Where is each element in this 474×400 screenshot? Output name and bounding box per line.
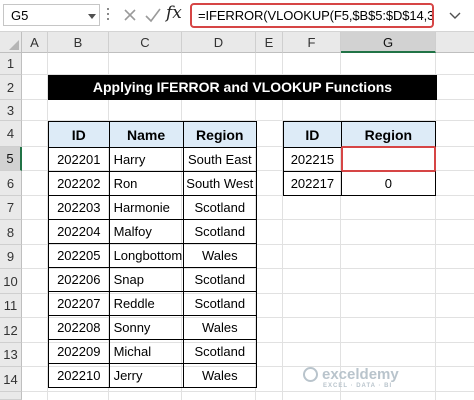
region-cell[interactable]: South West: [182, 171, 258, 196]
name-cell[interactable]: Longbottom: [108, 243, 184, 268]
drag-handle-icon[interactable]: [104, 5, 112, 25]
table-row: 202206 Snap Scotland: [48, 267, 258, 292]
id-cell[interactable]: 202204: [48, 219, 110, 244]
formula-input[interactable]: =IFERROR(VLOOKUP(F5,$B$5:$D$14,3,FALSE),…: [190, 3, 434, 28]
row-header-9[interactable]: 9: [0, 245, 22, 269]
column-header-e[interactable]: E: [256, 32, 283, 53]
sheet-title[interactable]: Applying IFERROR and VLOOKUP Functions: [48, 75, 437, 100]
lookup-header-region[interactable]: Region: [340, 121, 437, 148]
region-cell[interactable]: Scotland: [182, 219, 258, 244]
name-cell[interactable]: Sonny: [108, 315, 184, 340]
name-cell[interactable]: Harry: [108, 147, 184, 172]
table-row: 202205 Longbottom Wales: [48, 243, 258, 268]
lookup-header-id[interactable]: ID: [283, 121, 342, 148]
table-row: 202201 Harry South East: [48, 147, 258, 172]
watermark-brand: exceldemy: [322, 366, 399, 383]
region-cell[interactable]: South East: [182, 147, 258, 172]
checkmark-icon[interactable]: [142, 3, 164, 27]
close-icon[interactable]: [120, 3, 142, 27]
table-header-row: ID Name Region: [48, 121, 258, 148]
table-row: 202210 Jerry Wales: [48, 363, 258, 388]
region-cell[interactable]: Wales: [182, 243, 258, 268]
row-header-12[interactable]: 12: [0, 318, 22, 343]
id-cell[interactable]: 202207: [48, 291, 110, 316]
exceldemy-logo-icon: [303, 367, 318, 382]
row-header-1[interactable]: 1: [0, 53, 22, 75]
id-cell[interactable]: 202203: [48, 195, 110, 220]
expand-formula-bar-icon[interactable]: [440, 3, 470, 27]
column-header-a[interactable]: A: [22, 32, 48, 53]
formula-bar: G5 fx =IFERROR(VLOOKUP(F5,$B$5:$D$14,3,F…: [0, 0, 474, 32]
watermark-tagline: EXCEL · DATA · BI: [323, 383, 393, 389]
name-box-value: G5: [11, 8, 29, 23]
table-row: 202204 Malfoy Scotland: [48, 219, 258, 244]
column-header-overflow: [436, 32, 474, 53]
name-cell[interactable]: Malfoy: [108, 219, 184, 244]
row-header-overflow: [0, 392, 22, 400]
id-cell[interactable]: 202202: [48, 171, 110, 196]
lookup-id-cell[interactable]: 202217: [283, 171, 342, 196]
id-cell[interactable]: 202201: [48, 147, 110, 172]
table-row: 202209 Michal Scotland: [48, 339, 258, 364]
row-header-4[interactable]: 4: [0, 121, 22, 147]
row-header-2[interactable]: 2: [0, 75, 22, 100]
column-header-c[interactable]: C: [109, 32, 182, 53]
row-header-3[interactable]: 3: [0, 100, 22, 121]
row-header-6[interactable]: 6: [0, 171, 22, 196]
header-region[interactable]: Region: [182, 121, 258, 148]
row-header-13[interactable]: 13: [0, 343, 22, 367]
id-cell[interactable]: 202205: [48, 243, 110, 268]
id-cell[interactable]: 202209: [48, 339, 110, 364]
row-header-7[interactable]: 7: [0, 196, 22, 220]
name-box[interactable]: G5: [3, 4, 100, 26]
active-cell-g5[interactable]: [341, 146, 436, 172]
lookup-result-cell[interactable]: 0: [340, 171, 437, 196]
name-cell[interactable]: Harmonie: [108, 195, 184, 220]
name-cell[interactable]: Reddle: [108, 291, 184, 316]
table-row: 202207 Reddle Scotland: [48, 291, 258, 316]
region-cell[interactable]: Scotland: [182, 195, 258, 220]
name-cell[interactable]: Snap: [108, 267, 184, 292]
table-row: 202208 Sonny Wales: [48, 315, 258, 340]
id-cell[interactable]: 202208: [48, 315, 110, 340]
table-row: 202202 Ron South West: [48, 171, 258, 196]
row-header-5[interactable]: 5: [0, 147, 22, 171]
region-cell[interactable]: Wales: [182, 315, 258, 340]
fx-icon[interactable]: fx: [166, 3, 182, 23]
main-data-table: ID Name Region 202201 Harry South East 2…: [48, 121, 258, 388]
region-cell[interactable]: Scotland: [182, 291, 258, 316]
row-header-8[interactable]: 8: [0, 220, 22, 245]
name-cell[interactable]: Michal: [108, 339, 184, 364]
row-header-14[interactable]: 14: [0, 367, 22, 392]
name-cell[interactable]: Ron: [108, 171, 184, 196]
row-header-11[interactable]: 11: [0, 294, 22, 318]
table-row: 202203 Harmonie Scotland: [48, 195, 258, 220]
select-all-icon: [9, 40, 19, 50]
row-header-10[interactable]: 10: [0, 269, 22, 294]
header-name[interactable]: Name: [108, 121, 184, 148]
id-cell[interactable]: 202210: [48, 363, 110, 388]
column-header-d[interactable]: D: [182, 32, 256, 53]
column-header-f[interactable]: F: [283, 32, 341, 53]
lookup-id-cell[interactable]: 202215: [283, 147, 342, 172]
select-all-corner[interactable]: [0, 32, 22, 53]
id-cell[interactable]: 202206: [48, 267, 110, 292]
formula-text: =IFERROR(VLOOKUP(F5,$B$5:$D$14,3,FALSE),…: [198, 8, 434, 23]
column-header-g[interactable]: G: [341, 32, 436, 53]
lookup-row: 202217 0: [283, 171, 437, 196]
header-id[interactable]: ID: [48, 121, 110, 148]
column-header-b[interactable]: B: [48, 32, 109, 53]
lookup-header-row: ID Region: [283, 121, 437, 148]
region-cell[interactable]: Scotland: [182, 267, 258, 292]
name-cell[interactable]: Jerry: [108, 363, 184, 388]
region-cell[interactable]: Scotland: [182, 339, 258, 364]
name-box-dropdown-icon[interactable]: [88, 14, 96, 19]
region-cell[interactable]: Wales: [182, 363, 258, 388]
